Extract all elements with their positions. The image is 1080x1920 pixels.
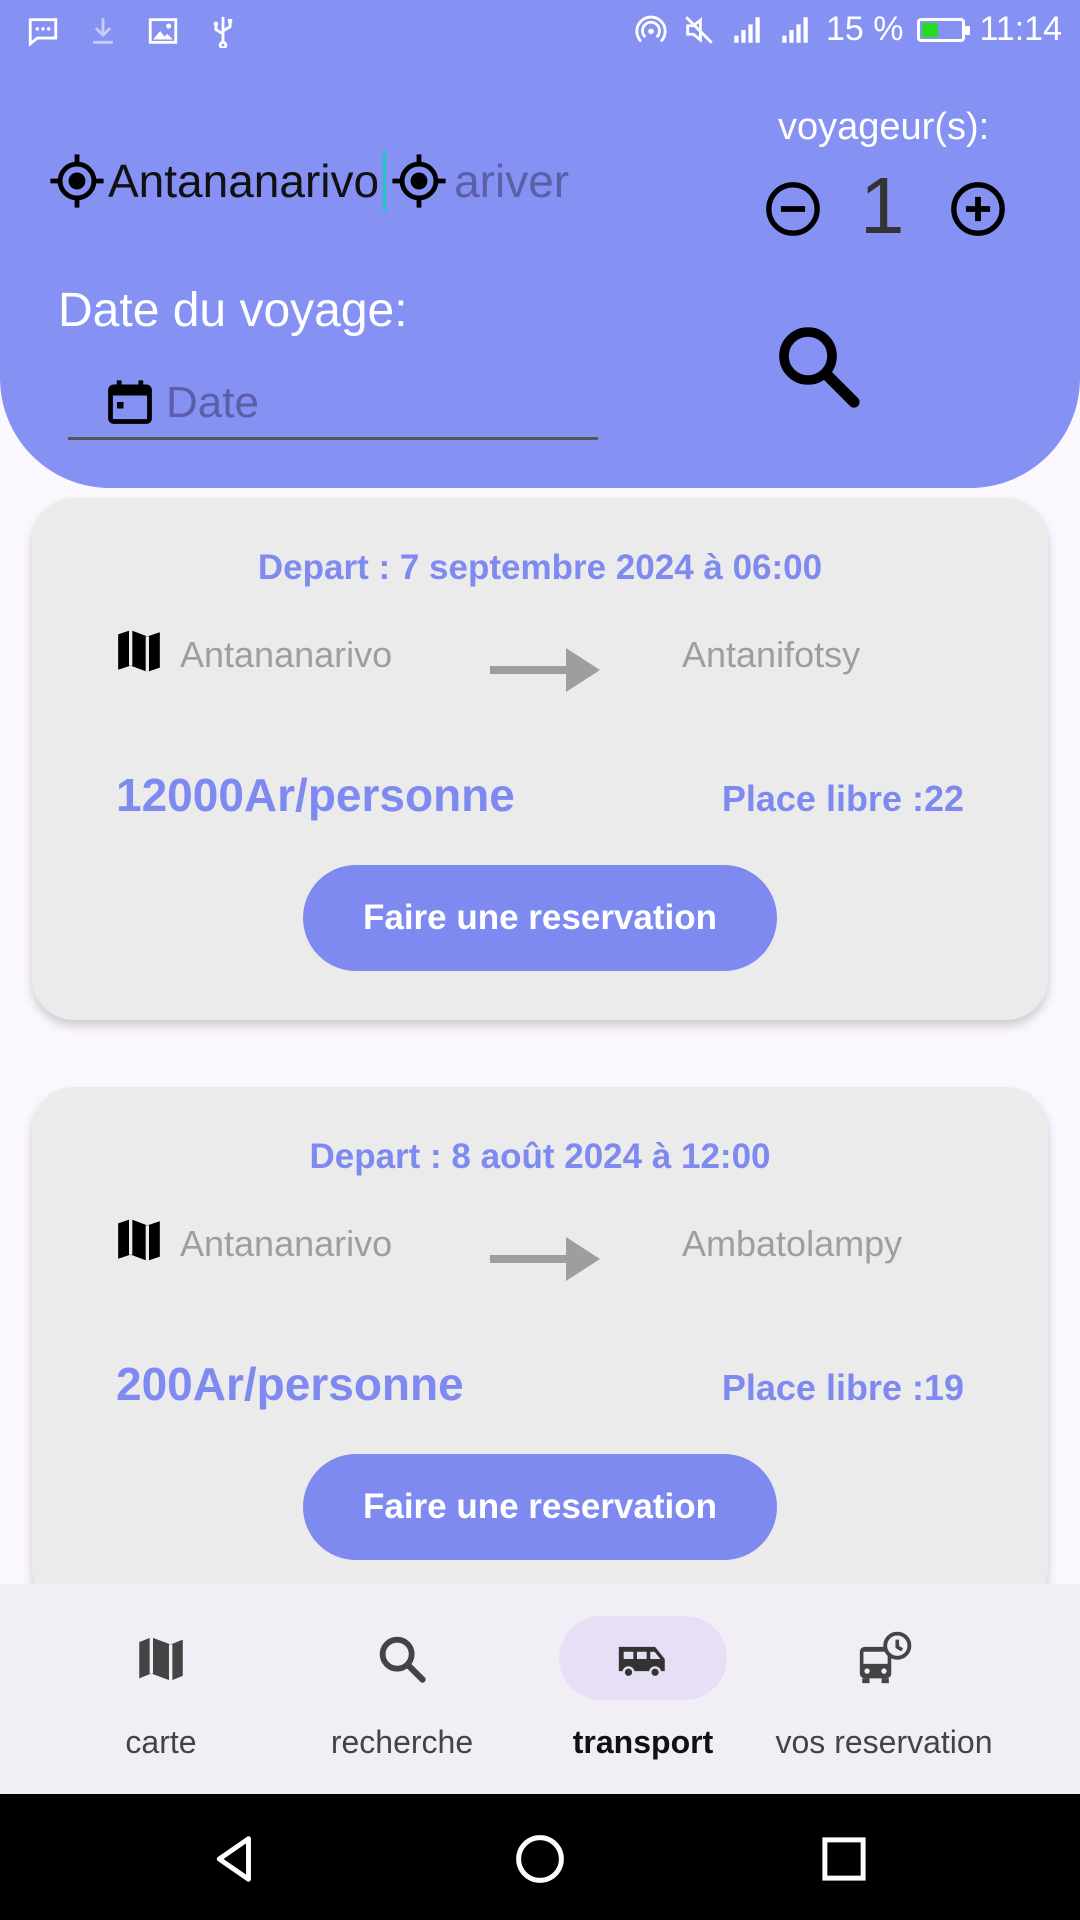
- bottom-navigation: carte recherche transport vos reservatio…: [0, 1584, 1080, 1794]
- decrease-travelers-button[interactable]: [764, 180, 822, 238]
- van-icon: [618, 1646, 665, 1679]
- signal-icon: [734, 16, 760, 43]
- travelers-label: voyageur(s):: [778, 106, 990, 148]
- price: 200Ar/personne: [116, 1358, 464, 1410]
- departure-time: Depart : 7 septembre 2024 à 06:00: [257, 548, 823, 587]
- signal-icon-2: [782, 16, 808, 43]
- trip-card: Depart : 8 août 2024 à 12:00 Antananariv…: [32, 1087, 1048, 1609]
- image-icon: [148, 18, 178, 44]
- battery-fill: [922, 22, 938, 37]
- download-icon: [93, 18, 113, 44]
- nav-label: vos reservation: [775, 1724, 993, 1760]
- nav-item-carte[interactable]: carte: [41, 1584, 281, 1794]
- destination-location-icon: [392, 154, 446, 208]
- clock: 11:14: [979, 10, 1062, 48]
- map-icon: [118, 1219, 160, 1261]
- route-inputs: Antananarivo ariver: [48, 150, 569, 212]
- reserve-button[interactable]: Faire une reservation: [303, 865, 777, 971]
- increase-travelers-button[interactable]: [949, 180, 1007, 238]
- date-label: Date du voyage:: [58, 284, 408, 337]
- destination-input[interactable]: ariver: [454, 154, 569, 208]
- mute-icon: [685, 15, 713, 44]
- home-icon[interactable]: [513, 1832, 567, 1886]
- available-seats: Place libre :22: [721, 778, 964, 819]
- search-icon: [379, 1636, 426, 1683]
- origin-city: Antananarivo: [180, 1223, 393, 1264]
- map-icon: [139, 1637, 183, 1681]
- system-status: 15 % 11:14: [634, 10, 1062, 49]
- nav-label: transport: [572, 1724, 714, 1760]
- back-icon[interactable]: [208, 1832, 262, 1886]
- nav-item-recherche[interactable]: recherche: [282, 1584, 522, 1794]
- destination-city: Antanifotsy: [682, 634, 861, 675]
- search-button[interactable]: [770, 318, 866, 414]
- arrow-right-icon: [490, 648, 600, 692]
- nav-item-transport[interactable]: transport: [523, 1584, 763, 1794]
- battery-percent: 15 %: [825, 10, 904, 48]
- date-input[interactable]: Date: [68, 372, 598, 440]
- reserve-button[interactable]: Faire une reservation: [303, 1454, 777, 1560]
- travelers-count: 1: [860, 161, 905, 250]
- origin-city: Antananarivo: [180, 634, 393, 675]
- message-icon: [28, 18, 58, 47]
- date-placeholder: Date: [166, 378, 259, 427]
- search-header: 15 % 11:14 Antananarivo ariver voyageur(…: [0, 0, 1080, 488]
- calendar-icon: [108, 380, 152, 424]
- arrow-right-icon: [490, 1237, 600, 1281]
- nav-label: carte: [125, 1724, 197, 1760]
- nav-label: recherche: [330, 1724, 474, 1760]
- usb-icon: [213, 16, 233, 48]
- origin-input[interactable]: Antananarivo: [108, 154, 379, 208]
- price: 12000Ar/personne: [116, 769, 515, 821]
- trip-card: Depart : 7 septembre 2024 à 06:00 Antana…: [32, 498, 1048, 1020]
- text-cursor: [383, 150, 387, 212]
- available-seats: Place libre :19: [721, 1367, 964, 1408]
- destination-city: Ambatolampy: [682, 1223, 903, 1264]
- nav-item-vos-reservation[interactable]: vos reservation: [764, 1584, 1004, 1794]
- system-navigation-bar: [0, 1794, 1080, 1920]
- recents-icon[interactable]: [817, 1832, 871, 1886]
- my-location-icon: [50, 154, 104, 208]
- notification-icons: [26, 14, 240, 48]
- hotspot-icon: [635, 15, 667, 42]
- bus-clock-icon: [859, 1631, 912, 1684]
- map-icon: [118, 630, 160, 672]
- battery-icon: [917, 17, 971, 42]
- status-bar: 15 % 11:14: [0, 0, 1080, 64]
- departure-time: Depart : 8 août 2024 à 12:00: [309, 1137, 771, 1176]
